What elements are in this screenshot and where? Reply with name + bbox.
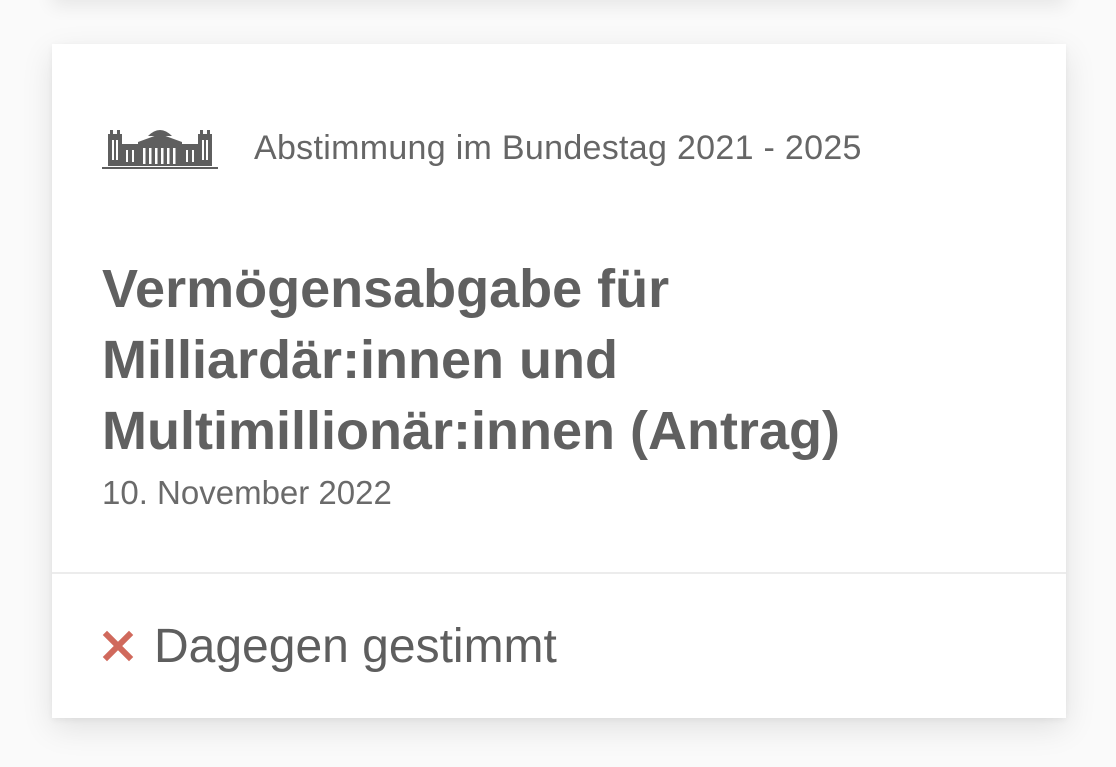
vote-date: 10. November 2022: [102, 474, 392, 511]
bundestag-building-icon: [102, 130, 218, 169]
vote-card[interactable]: Abstimmung im Bundestag 2021 - 2025 Verm…: [52, 44, 1066, 718]
parliament-header: Abstimmung im Bundestag 2021 - 2025: [102, 122, 862, 174]
parliament-period-label: Abstimmung im Bundestag 2021 - 2025: [254, 128, 862, 167]
x-icon: [102, 630, 134, 662]
vote-result-label: Dagegen gestimmt: [154, 619, 557, 673]
vote-card-header-section[interactable]: Abstimmung im Bundestag 2021 - 2025 Verm…: [52, 44, 1066, 572]
divider: [52, 572, 1066, 574]
vote-title: Vermögensabgabe für Milliardär:innen und…: [102, 259, 840, 461]
vote-result: Dagegen gestimmt: [102, 616, 557, 676]
